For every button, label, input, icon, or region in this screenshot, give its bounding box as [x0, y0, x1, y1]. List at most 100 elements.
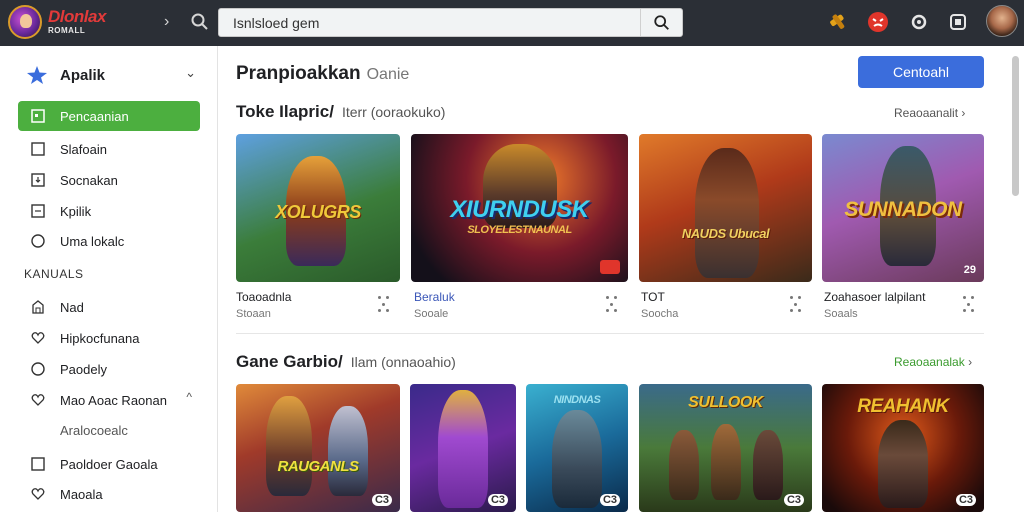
top-bar: Dlonlax ROMALL ›: [0, 0, 1024, 46]
sidebar-item-label: Slafoain: [60, 141, 107, 157]
section-see-all-link[interactable]: Reaoaanalak ›: [894, 355, 972, 369]
list-box-icon: [30, 203, 46, 219]
game-card-image[interactable]: XIURNDUSK SLOYELESTNAUNAL: [411, 134, 628, 282]
game-card-art-title: REAHANK: [857, 396, 949, 417]
chevron-down-icon[interactable]: ⌄: [185, 65, 196, 81]
main-content: Pranpioakkan Oanie Centoahl Toke Ilapric/…: [218, 46, 1008, 512]
more-options-icon[interactable]: [790, 296, 804, 314]
game-card-image[interactable]: SUNNADON 29: [822, 134, 984, 282]
sidebar-item-socnakan[interactable]: Socnakan: [18, 165, 200, 195]
sidebar-item-nad[interactable]: Nad: [18, 292, 200, 322]
game-card-art-subtitle: SLOYELESTNAUNAL: [467, 224, 572, 236]
section-meta: Ilam (onnaoahio): [350, 354, 456, 370]
sidebar-item-kpilik[interactable]: Kpilik: [18, 196, 200, 226]
chevron-right-icon[interactable]: ›: [164, 13, 169, 31]
game-card-sub: Soocha: [641, 308, 679, 320]
sidebar-item-pencaanian[interactable]: Pencaanian: [18, 101, 200, 131]
primary-button[interactable]: Centoahl: [858, 56, 984, 88]
game-card-image[interactable]: RAUGANLS C3: [236, 384, 400, 512]
game-card-sub: Soaals: [824, 308, 858, 320]
sidebar-item-label: Socnakan: [60, 172, 118, 188]
brand[interactable]: Dlonlax ROMALL: [48, 8, 106, 35]
section-see-all-link[interactable]: Reaoaanalit ›: [894, 106, 965, 120]
more-options-icon[interactable]: [606, 296, 620, 314]
game-card-info[interactable]: Toaoadnla Stoaan: [236, 290, 291, 320]
sidebar-item-mao-aoac-raonan[interactable]: Mao Aoac Raonan ^: [18, 385, 200, 415]
game-card-name: Zoahasoer lalpilant: [824, 290, 926, 304]
game-card-name: Toaoadnla: [236, 290, 292, 304]
app-logo[interactable]: [8, 5, 42, 39]
section-divider: [236, 333, 984, 334]
window-icon[interactable]: [946, 10, 970, 34]
circle-icon: [30, 361, 46, 377]
page-title-text: Pranpioakkan: [236, 63, 361, 84]
sidebar-item-slafoain[interactable]: Slafoain: [18, 134, 200, 164]
section-title: Toke Ilapric/Iterr (ooraokuko): [236, 102, 445, 122]
building-icon: [30, 299, 46, 315]
chevron-right-icon: ›: [961, 106, 966, 120]
game-card-info[interactable]: Zoahasoer lalpilant Soaals: [824, 290, 925, 320]
game-card-sub: Sooale: [414, 308, 449, 320]
avatar[interactable]: [986, 5, 1018, 37]
search-icon[interactable]: [190, 12, 210, 32]
game-card-corner: C3: [783, 494, 804, 506]
sidebar-item-label: Hipkocfunana: [60, 330, 140, 346]
section-title-text: Gane Garbio/: [236, 352, 343, 371]
sidebar-item-paoldoer-gaoala[interactable]: Paoldoer Gaoala: [18, 449, 200, 479]
game-card-art-title: XIURNDUSK: [450, 196, 589, 223]
download-box-icon: [30, 172, 46, 188]
scrollbar-thumb[interactable]: [1012, 56, 1019, 196]
page-title-sub: Oanie: [366, 66, 410, 83]
section-title-text: Toke Ilapric/: [236, 102, 334, 121]
more-options-icon[interactable]: [963, 296, 977, 314]
game-card-corner: C3: [487, 494, 508, 506]
game-card-image[interactable]: REAHANK C3: [822, 384, 984, 512]
page-title: Pranpioakkan Oanie: [236, 63, 409, 85]
scrollbar[interactable]: [1010, 48, 1020, 510]
search-input[interactable]: [233, 13, 633, 33]
search-box: [218, 8, 683, 37]
sidebar-header-label: Apalik: [60, 66, 106, 84]
notification-icon[interactable]: [866, 10, 890, 34]
game-card-corner: C3: [955, 494, 976, 506]
brand-title: Dlonlax: [48, 7, 106, 26]
square-icon: [30, 141, 46, 157]
trophy-icon[interactable]: [826, 10, 850, 34]
settings-icon[interactable]: [907, 10, 931, 34]
sidebar-item-label: Nad: [60, 299, 84, 315]
game-card-info[interactable]: TOT Soocha: [641, 290, 678, 320]
sidebar-item-label: Paodely: [60, 361, 107, 377]
game-card-corner: 29: [963, 264, 976, 276]
sidebar-header[interactable]: Apalik ⌄: [26, 64, 206, 86]
sidebar-item-label: Uma lokalc: [60, 233, 125, 249]
game-card-art-title: SULLOOK: [688, 394, 763, 411]
see-all-label: Reaoaanalit: [894, 106, 959, 120]
search-icon: [653, 14, 669, 30]
brand-subtitle: ROMALL: [48, 26, 86, 35]
game-card-image[interactable]: NAUDS Ubucal: [639, 134, 812, 282]
game-card-image[interactable]: XOLUGRS: [236, 134, 400, 282]
game-card-image[interactable]: NINDNAS C3: [526, 384, 628, 512]
chevron-up-icon[interactable]: ^: [186, 390, 192, 404]
game-card-art-title: SUNNADON: [844, 198, 962, 221]
game-card-art-title: NINDNAS: [553, 394, 601, 406]
game-card-name: TOT: [641, 290, 665, 304]
more-options-icon[interactable]: [378, 296, 392, 314]
sidebar-item-maoala[interactable]: Maoala: [18, 479, 200, 509]
section-meta: Iterr (ooraokuko): [341, 104, 446, 120]
game-card-corner: C3: [599, 494, 620, 506]
sidebar-item-hipkocfunana[interactable]: Hipkocfunana: [18, 323, 200, 353]
sidebar-item-uma-lokalc[interactable]: Uma lokalc: [18, 226, 200, 256]
game-card-image[interactable]: SULLOOK C3: [639, 384, 812, 512]
sidebar-subitem[interactable]: Aralocoealc: [60, 423, 128, 438]
circle-icon: [30, 233, 46, 249]
search-button[interactable]: [640, 9, 682, 36]
sidebar-item-paodely[interactable]: Paodely: [18, 354, 200, 384]
game-card-name: Beraluk: [414, 290, 455, 304]
square-dot-icon: [30, 108, 46, 124]
see-all-label: Reaoaanalak: [894, 355, 965, 369]
game-card-image[interactable]: C3: [410, 384, 516, 512]
game-card-art-title: RAUGANLS: [277, 458, 360, 475]
game-card-info[interactable]: Beraluk Sooale: [414, 290, 455, 320]
game-card-sub: Stoaan: [236, 308, 271, 320]
